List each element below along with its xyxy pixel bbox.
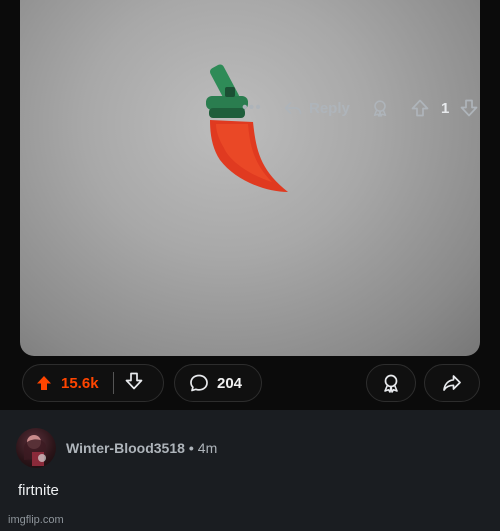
- reply-label: Reply: [309, 99, 350, 117]
- comment-count: 204: [217, 374, 243, 392]
- downvote-icon: [460, 99, 478, 117]
- upvote-icon: [37, 376, 51, 390]
- avatar[interactable]: [16, 428, 56, 468]
- upvote-icon: [411, 99, 429, 117]
- watermark: imgflip.com: [8, 514, 64, 526]
- avatar-image: [24, 435, 46, 466]
- upvote-count: 15.6k: [61, 374, 99, 392]
- comments-button[interactable]: 204: [174, 364, 262, 402]
- lego-pepper-picture: [206, 64, 288, 192]
- vote-pill: 15.6k: [22, 364, 164, 402]
- more-options-button[interactable]: •••: [242, 96, 262, 120]
- comment-score: 1: [441, 99, 450, 117]
- award-button[interactable]: [366, 364, 416, 402]
- comment-downvote-button[interactable]: [459, 96, 479, 120]
- comment-body: firtnite: [18, 482, 59, 499]
- comment-thread: Winter-Blood3518 • 4m firtnite: [0, 410, 500, 531]
- username-link[interactable]: Winter-Blood3518: [66, 440, 185, 456]
- reply-icon: [284, 102, 302, 115]
- post-image[interactable]: [20, 0, 480, 356]
- downvote-icon: [125, 372, 142, 389]
- award-icon: [373, 100, 387, 117]
- share-icon: [443, 375, 461, 391]
- comment-author-line: Winter-Blood3518 • 4m: [66, 440, 217, 456]
- upvote-button[interactable]: [35, 374, 53, 392]
- downvote-button[interactable]: [124, 371, 144, 396]
- separator-dot: •: [188, 440, 194, 456]
- comment-bubble-icon: [190, 374, 208, 392]
- share-button[interactable]: [424, 364, 480, 402]
- comment-upvote-button[interactable]: [410, 96, 430, 120]
- vote-divider: [112, 372, 114, 394]
- comment-time: 4m: [197, 440, 218, 456]
- reply-button[interactable]: Reply: [283, 96, 350, 120]
- comment-award-button[interactable]: [370, 96, 390, 120]
- award-icon: [384, 374, 398, 393]
